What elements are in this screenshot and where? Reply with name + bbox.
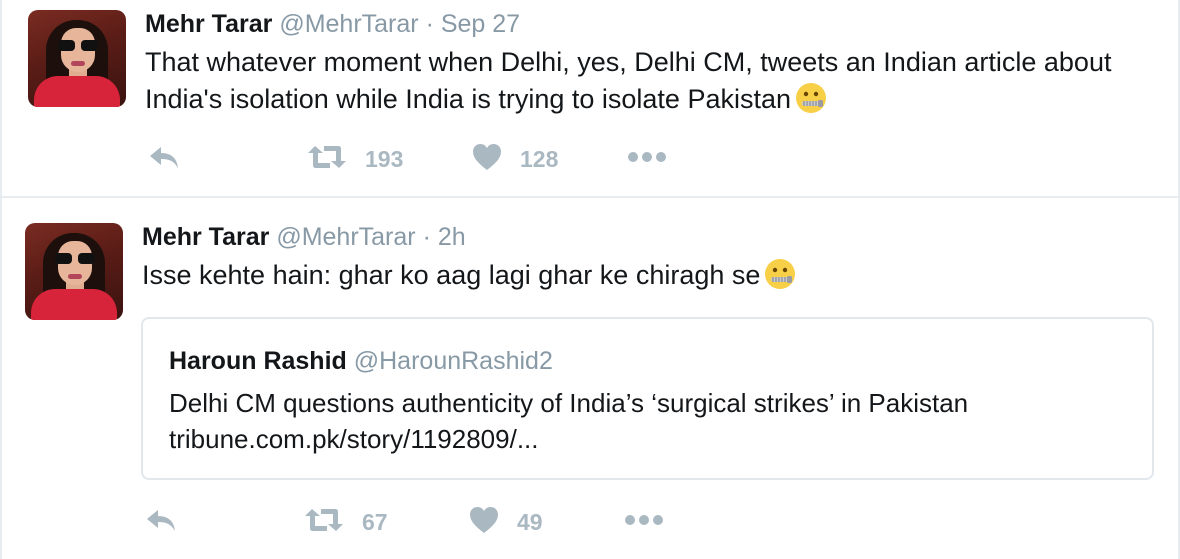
tweet-1[interactable]: Mehr Tarar @MehrTarar · Sep 27 That what… <box>0 0 1180 196</box>
heart-icon <box>472 143 502 176</box>
heart-icon <box>469 506 499 539</box>
tweet-text-line: India's isolation while India is trying … <box>145 84 791 114</box>
like-count: 128 <box>520 145 559 172</box>
reply-icon <box>144 507 178 538</box>
timestamp[interactable]: 2h <box>438 223 466 251</box>
timestamp[interactable]: Sep 27 <box>441 10 520 38</box>
quoted-author-handle: @HarounRashid2 <box>353 347 553 375</box>
author-name[interactable]: Mehr Tarar <box>145 10 272 38</box>
tweet-text: Isse kehte hain: ghar ko aag lagi ghar k… <box>142 257 796 300</box>
reply-icon <box>147 144 181 175</box>
avatar[interactable] <box>25 223 123 320</box>
quoted-tweet-header: Haroun Rashid @HarounRashid2 <box>169 346 553 376</box>
retweet-button[interactable]: 193 <box>307 139 403 179</box>
more-dots-icon <box>627 150 667 168</box>
retweet-count: 67 <box>362 508 388 535</box>
reply-button[interactable] <box>144 502 178 542</box>
more-button[interactable] <box>627 139 667 179</box>
author-handle[interactable]: @MehrTarar <box>279 10 418 38</box>
author-name[interactable]: Mehr Tarar <box>142 223 269 251</box>
separator: · <box>425 10 434 38</box>
quoted-link[interactable]: tribune.com.pk/story/1192809/... <box>169 421 968 457</box>
author-handle[interactable]: @MehrTarar <box>276 223 415 251</box>
tweet-text: That whatever moment when Delhi, yes, De… <box>145 44 1111 124</box>
zipper-mouth-face-icon <box>764 258 796 300</box>
like-count: 49 <box>517 508 543 535</box>
tweet-header: Mehr Tarar @MehrTarar · Sep 27 <box>145 9 520 39</box>
quoted-author-name: Haroun Rashid <box>169 347 347 375</box>
tweet-header: Mehr Tarar @MehrTarar · 2h <box>142 222 466 252</box>
like-button[interactable]: 49 <box>469 502 543 542</box>
more-button[interactable] <box>624 502 664 542</box>
retweet-button[interactable]: 67 <box>304 502 388 542</box>
reply-button[interactable] <box>147 139 181 179</box>
quoted-tweet-text: Delhi CM questions authenticity of India… <box>169 385 968 457</box>
retweet-icon <box>304 507 344 538</box>
tweet-2[interactable]: Mehr Tarar @MehrTarar · 2h Isse kehte ha… <box>0 198 1180 559</box>
zipper-mouth-face-icon <box>795 82 827 124</box>
avatar[interactable] <box>28 10 126 107</box>
retweet-count: 193 <box>365 145 404 172</box>
tweet-text-line: Isse kehte hain: ghar ko aag lagi ghar k… <box>142 260 761 290</box>
quoted-text: Delhi CM questions authenticity of India… <box>169 388 969 418</box>
quoted-tweet[interactable]: Haroun Rashid @HarounRashid2 Delhi CM qu… <box>141 317 1154 480</box>
tweet-text-line: That whatever moment when Delhi, yes, De… <box>145 47 1112 77</box>
like-button[interactable]: 128 <box>472 139 558 179</box>
separator: · <box>422 223 431 251</box>
more-dots-icon <box>624 513 664 531</box>
retweet-icon <box>307 144 347 175</box>
